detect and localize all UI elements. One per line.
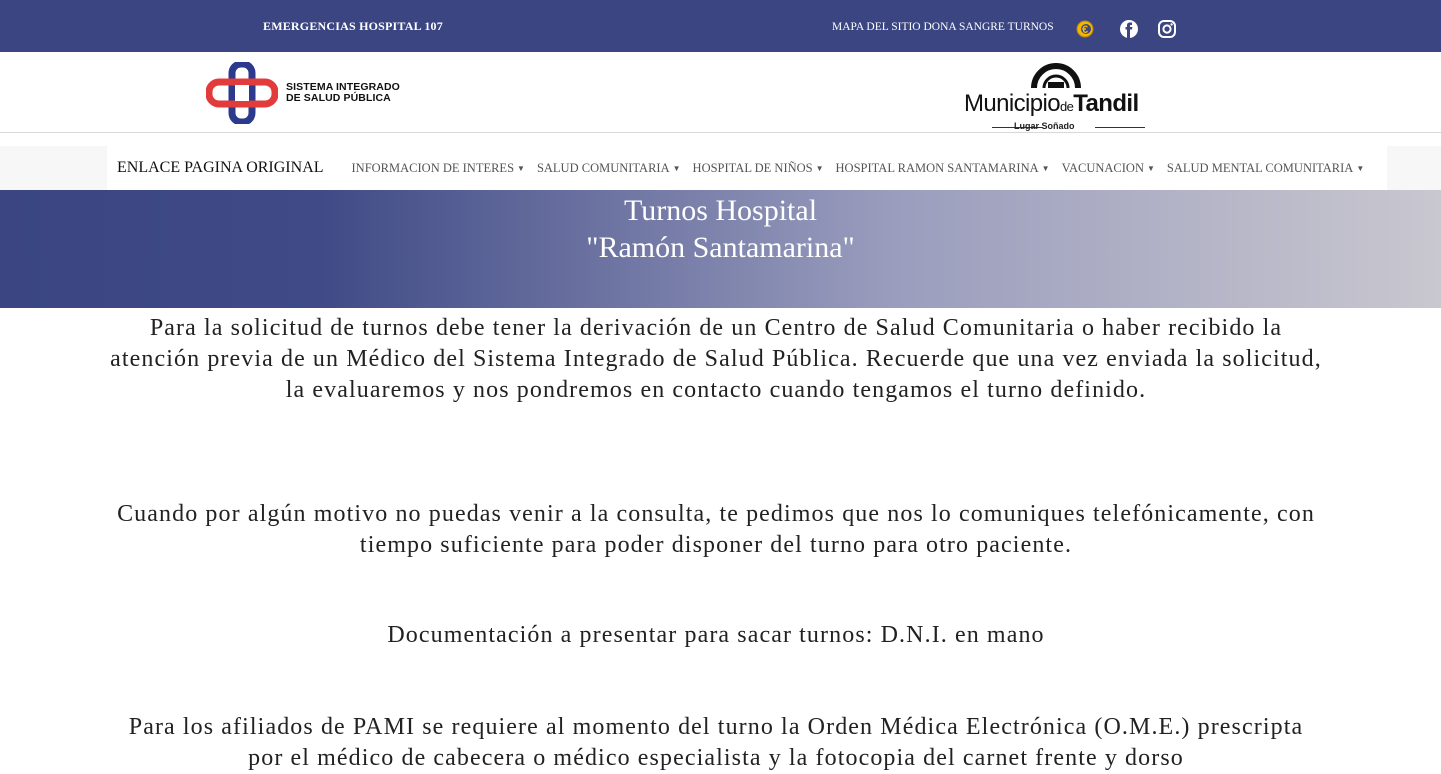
page-title-line2: "Ramón Santamarina" (586, 231, 855, 264)
nav-item-salud-mental[interactable]: SALUD MENTAL COMUNITARIA ▼ (1167, 161, 1364, 176)
page-title-line1: Turnos Hospital (623, 194, 818, 227)
paragraph-documentacion: Documentación a presentar para sacar tur… (387, 622, 1045, 648)
caret-down-icon: ▼ (517, 163, 525, 173)
nav-item-salud-comunitaria[interactable]: SALUD COMUNITARIA ▼ (537, 161, 681, 176)
logo-band: SISTEMA INTEGRADO DE SALUD PÚBLICA Munic… (0, 52, 1441, 133)
nav-brand-link[interactable]: ENLACE PAGINA ORIGINAL (117, 159, 324, 177)
sisp-logo[interactable]: SISTEMA INTEGRADO DE SALUD PÚBLICA (206, 62, 400, 124)
facebook-icon[interactable] (1118, 18, 1140, 40)
top-links[interactable]: MAPA DEL SITIO DONA SANGRE TURNOS (832, 21, 1054, 33)
top-bar: EMERGENCIAS HOSPITAL 107 MAPA DEL SITIO … (0, 0, 1441, 52)
lugar-sonado: Lugar Soñado (1014, 121, 1075, 131)
nav-item-informacion[interactable]: INFORMACION DE INTERES ▼ (352, 161, 525, 176)
sisp-line2: DE SALUD PÚBLICA (286, 92, 391, 104)
navbar-wrap: ENLACE PAGINA ORIGINAL INFORMACION DE IN… (0, 146, 1441, 190)
instagram-icon[interactable] (1156, 18, 1178, 40)
municipio-tandil-logo[interactable]: MunicipiodeTandil Lugar Soñado (962, 54, 1152, 132)
nav-item-hospital-santamarina[interactable]: HOSPITAL RAMON SANTAMARINA ▼ (836, 161, 1050, 176)
page-hero: Turnos Hospital "Ramón Santamarina" (0, 190, 1441, 308)
sisp-emblem-icon (206, 62, 278, 124)
tandil-arch-icon (1031, 63, 1081, 89)
paragraph-pami: Para los afiliados de PAMI se requiere a… (128, 714, 1304, 771)
nav-item-vacunacion[interactable]: VACUNACION ▼ (1062, 161, 1155, 176)
coin-icon[interactable]: € (1074, 18, 1096, 40)
paragraph-cancelacion: Cuando por algún motivo no puedas venir … (117, 501, 1315, 558)
caret-down-icon: ▼ (815, 163, 824, 173)
municipio-text: MunicipiodeTandil (964, 90, 1139, 117)
nav-item-hospital-ninos[interactable]: HOSPITAL DE NIÑOS ▼ (693, 161, 824, 176)
caret-down-icon: ▼ (1041, 163, 1050, 173)
emergencias-link[interactable]: EMERGENCIAS HOSPITAL 107 (263, 19, 443, 34)
paragraph-solicitud: Para la solicitud de turnos debe tener l… (110, 315, 1322, 403)
caret-down-icon: ▼ (672, 163, 681, 173)
caret-down-icon: ▼ (1356, 163, 1365, 173)
caret-down-icon: ▼ (1146, 163, 1155, 173)
svg-text:€: € (1082, 24, 1088, 36)
navbar: ENLACE PAGINA ORIGINAL INFORMACION DE IN… (107, 146, 1387, 190)
